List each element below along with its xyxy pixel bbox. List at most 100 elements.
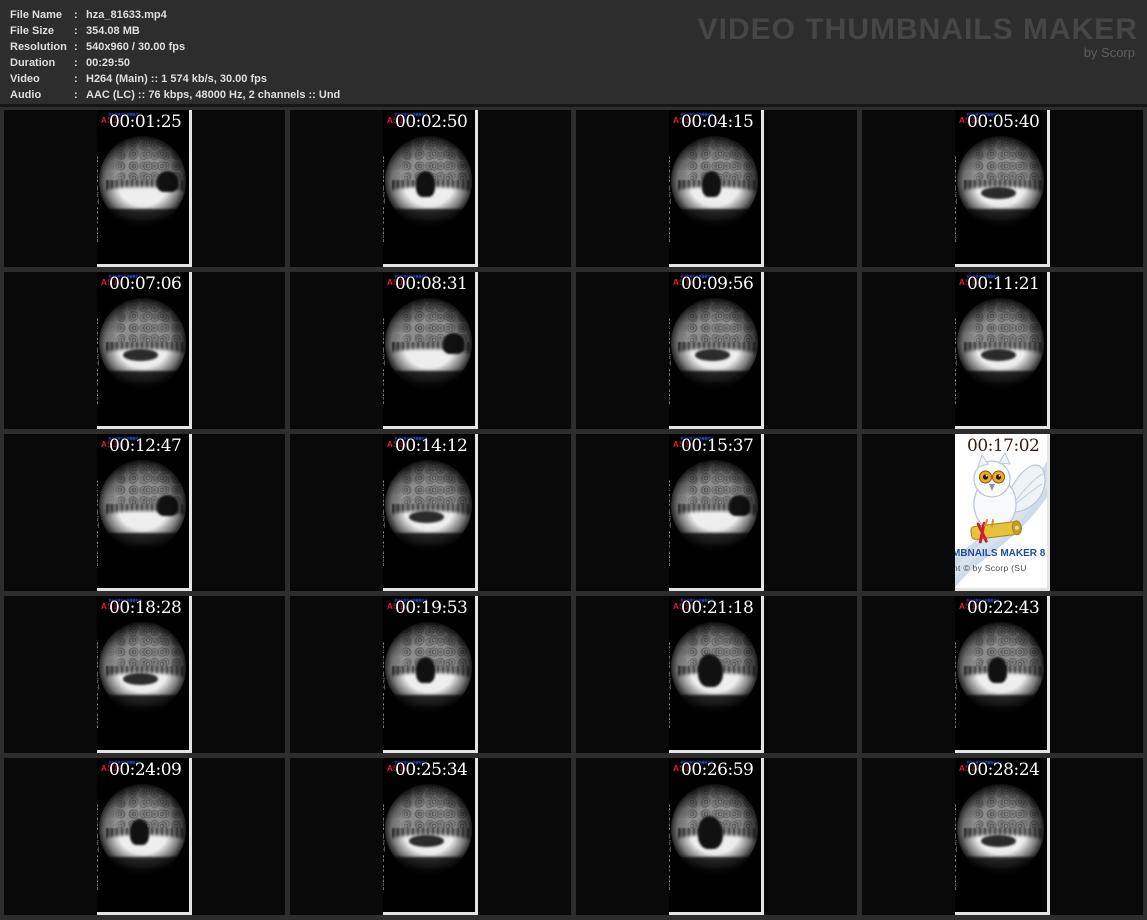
thumbnail-tile: 2023-01-31 星期二 18:54:11 AS11 00:12:47 bbox=[4, 434, 285, 591]
thumbnail-timestamp: 00:02:50 bbox=[395, 112, 468, 132]
thumbnail-timestamp: 00:14:12 bbox=[395, 436, 468, 456]
vertical-datetime-overlay: 2023-01-31 星期二 18:54:11 bbox=[669, 641, 672, 728]
thumbnail-timestamp: 00:25:34 bbox=[395, 760, 468, 780]
floor-shadow bbox=[957, 865, 1044, 874]
vertical-datetime-overlay: 2023-01-31 星期二 18:54:11 bbox=[97, 479, 100, 566]
file-info-colon: : bbox=[74, 9, 78, 21]
thumbnail-tile: 2023-01-31 星期二 18:54:11 AS11 00:08:31 bbox=[290, 272, 571, 429]
vertical-datetime-overlay: 2023-01-31 星期二 18:54:11 bbox=[97, 317, 100, 404]
thumbnail-grid: 2023-01-31 星期二 18:54:11 AS11 00:01:25 20… bbox=[4, 110, 1143, 915]
vertical-datetime-overlay: 2023-01-31 星期二 18:54:11 bbox=[383, 803, 386, 890]
person-silhouette bbox=[123, 349, 159, 361]
thumbnail-timestamp: 00:09:56 bbox=[681, 274, 754, 294]
file-info-colon: : bbox=[74, 89, 78, 101]
peephole-scene bbox=[99, 298, 186, 388]
peephole-scene bbox=[99, 784, 186, 874]
floor-shadow bbox=[99, 379, 186, 388]
video-frame: 2023-01-31 星期二 18:54:11 AS11 00:12:47 bbox=[97, 434, 192, 591]
person-silhouette bbox=[157, 495, 179, 516]
peephole-scene bbox=[99, 622, 186, 712]
thumbnail-timestamp: 00:04:15 bbox=[681, 112, 754, 132]
file-info-label: File Name bbox=[10, 9, 62, 21]
video-frame: 2023-01-31 星期二 18:54:11 AS11 00:08:31 bbox=[383, 272, 478, 429]
video-frame: 2023-01-31 星期二 18:54:11 AS11 00:28:24 bbox=[955, 758, 1050, 915]
vertical-datetime-overlay: 2023-01-31 星期二 18:54:11 bbox=[383, 479, 386, 566]
file-info-value: AAC (LC) :: 76 kbps, 48000 Hz, 2 channel… bbox=[86, 89, 341, 101]
person-silhouette bbox=[702, 171, 722, 198]
video-frame: 2023-01-31 星期二 18:54:11 AS11 00:09:56 bbox=[669, 272, 764, 429]
thumbnail-timestamp: 00:11:21 bbox=[967, 274, 1040, 294]
floor-shadow bbox=[671, 703, 758, 712]
thumbnail-tile: 2023-01-31 星期二 18:54:11 AS11 00:24:09 bbox=[4, 758, 285, 915]
person-silhouette bbox=[409, 511, 445, 523]
thumbnail-timestamp: 00:18:28 bbox=[109, 598, 182, 618]
peephole-scene bbox=[671, 784, 758, 874]
file-info-label: Audio bbox=[10, 89, 42, 101]
video-frame: 2023-01-31 星期二 18:54:11 AS11 00:24:09 bbox=[97, 758, 192, 915]
thumbnail-timestamp: 00:05:40 bbox=[967, 112, 1040, 132]
thumbnail-tile-watermark: MBNAILS MAKER 8 nt © by Scorp (SU 00:17:… bbox=[862, 434, 1143, 591]
file-info-value: 354.08 MB bbox=[86, 25, 140, 37]
thumbnail-tile: 2023-01-31 星期二 18:54:11 AS11 00:15:37 bbox=[576, 434, 857, 591]
person-silhouette bbox=[130, 819, 150, 846]
vertical-datetime-overlay: 2023-01-31 星期二 18:54:11 bbox=[97, 155, 100, 242]
person-silhouette bbox=[123, 673, 159, 685]
floor-shadow bbox=[957, 217, 1044, 226]
thumbnail-timestamp: 00:08:31 bbox=[395, 274, 468, 294]
video-frame: 2023-01-31 星期二 18:54:11 AS11 00:19:53 bbox=[383, 596, 478, 753]
file-info-row: Duration : 00:29:50 bbox=[10, 55, 340, 71]
file-info-colon: : bbox=[74, 25, 78, 37]
video-frame: 2023-01-31 星期二 18:54:11 AS11 00:18:28 bbox=[97, 596, 192, 753]
person-silhouette bbox=[981, 187, 1017, 199]
floor-shadow bbox=[671, 865, 758, 874]
file-info-colon: : bbox=[74, 57, 78, 69]
peephole-scene bbox=[385, 622, 472, 712]
floor-shadow bbox=[957, 703, 1044, 712]
thumbnail-timestamp: 00:17:02 bbox=[967, 436, 1040, 456]
file-info-header: File Name : hza_81633.mp4 File Size : 35… bbox=[0, 0, 1147, 107]
floor-shadow bbox=[385, 703, 472, 712]
video-frame: 2023-01-31 星期二 18:54:11 AS11 00:26:59 bbox=[669, 758, 764, 915]
file-info-row: File Name : hza_81633.mp4 bbox=[10, 7, 340, 23]
peephole-scene bbox=[385, 136, 472, 226]
vertical-datetime-overlay: 2023-01-31 星期二 18:54:11 bbox=[669, 803, 672, 890]
vtm-watermark-frame: MBNAILS MAKER 8 nt © by Scorp (SU 00:17:… bbox=[955, 434, 1050, 591]
person-silhouette bbox=[729, 495, 751, 516]
thumbnail-timestamp: 00:15:37 bbox=[681, 436, 754, 456]
file-info-row: File Size : 354.08 MB bbox=[10, 23, 340, 39]
thumbnail-tile: 2023-01-31 星期二 18:54:11 AS11 00:25:34 bbox=[290, 758, 571, 915]
peephole-scene bbox=[385, 784, 472, 874]
thumbnail-tile: 2023-01-31 星期二 18:54:11 AS11 00:14:12 bbox=[290, 434, 571, 591]
peephole-scene bbox=[957, 622, 1044, 712]
thumbnail-tile: 2023-01-31 星期二 18:54:11 AS11 00:21:18 bbox=[576, 596, 857, 753]
file-info-label: Duration bbox=[10, 57, 56, 69]
floor-shadow bbox=[99, 703, 186, 712]
person-silhouette bbox=[443, 333, 465, 354]
peephole-scene bbox=[99, 460, 186, 550]
thumbnail-tile: 2023-01-31 星期二 18:54:11 AS11 00:01:25 bbox=[4, 110, 285, 267]
peephole-scene bbox=[671, 460, 758, 550]
file-info-table: File Name : hza_81633.mp4 File Size : 35… bbox=[10, 7, 340, 103]
peephole-scene bbox=[957, 784, 1044, 874]
peephole-scene bbox=[671, 298, 758, 388]
thumbnail-tile: 2023-01-31 星期二 18:54:11 AS11 00:05:40 bbox=[862, 110, 1143, 267]
thumbnail-tile: 2023-01-31 星期二 18:54:11 AS11 00:22:43 bbox=[862, 596, 1143, 753]
peephole-scene bbox=[671, 622, 758, 712]
video-frame: 2023-01-31 星期二 18:54:11 AS11 00:01:25 bbox=[97, 110, 192, 267]
peephole-scene bbox=[957, 136, 1044, 226]
vertical-datetime-overlay: 2023-01-31 星期二 18:54:11 bbox=[955, 803, 958, 890]
thumbnail-timestamp: 00:22:43 bbox=[967, 598, 1040, 618]
file-info-row: Video : H264 (Main) :: 1 574 kb/s, 30.00… bbox=[10, 71, 340, 87]
file-info-value: hza_81633.mp4 bbox=[86, 9, 167, 21]
floor-shadow bbox=[957, 379, 1044, 388]
peephole-scene bbox=[385, 460, 472, 550]
thumbnail-timestamp: 00:28:24 bbox=[967, 760, 1040, 780]
floor-shadow bbox=[671, 217, 758, 226]
floor-shadow bbox=[99, 541, 186, 550]
file-info-label: Resolution bbox=[10, 41, 67, 53]
app-logo-byline: by Scorp bbox=[1083, 45, 1135, 60]
app-brand: VIDEO THUMBNAILS MAKER by Scorp bbox=[698, 15, 1138, 61]
floor-shadow bbox=[385, 865, 472, 874]
video-frame: 2023-01-31 星期二 18:54:11 AS11 00:14:12 bbox=[383, 434, 478, 591]
thumbnail-timestamp: 00:07:06 bbox=[109, 274, 182, 294]
